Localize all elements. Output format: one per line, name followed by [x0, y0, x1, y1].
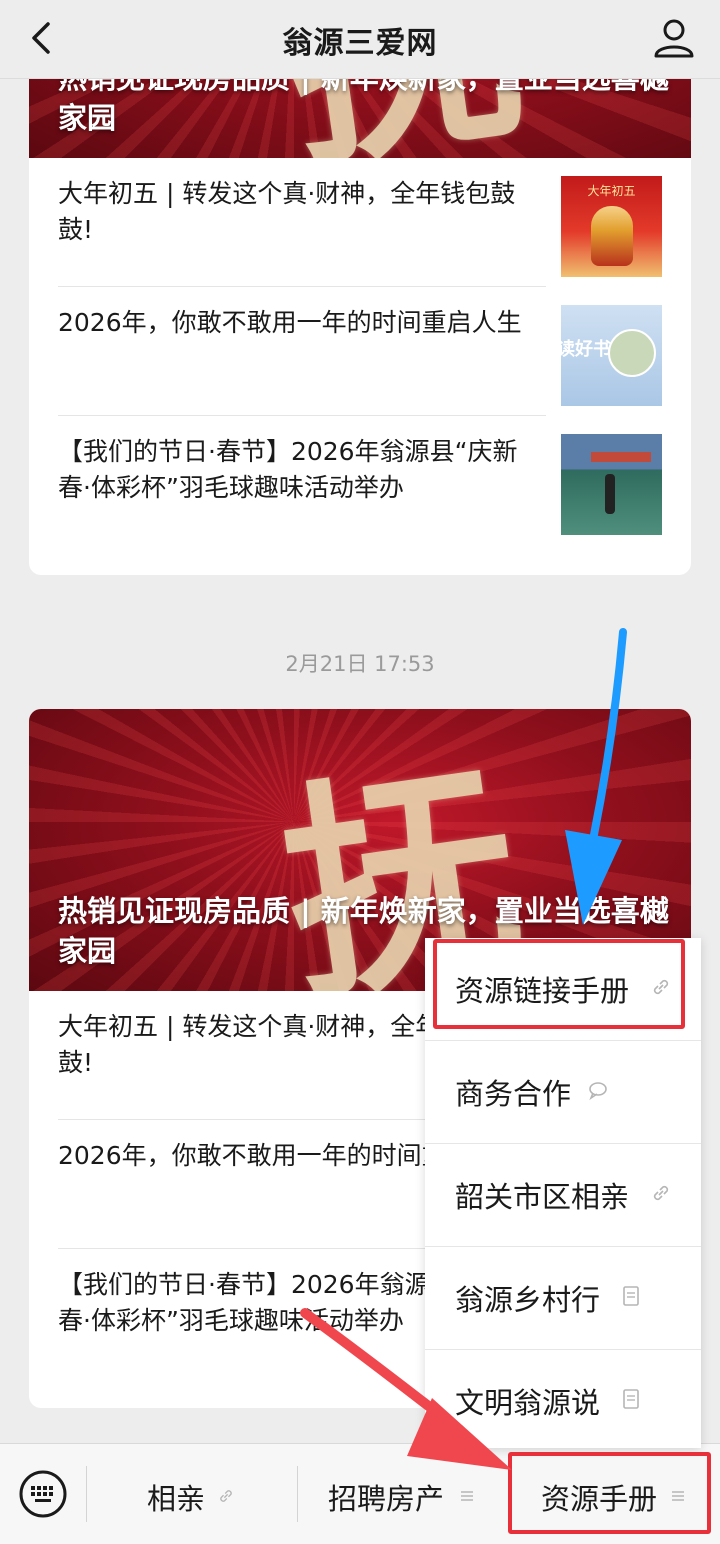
menu-item-label: 韶关市区相亲 — [455, 1180, 630, 1214]
menu-item-shaoguan-dating[interactable]: 韶关市区相亲 — [425, 1144, 701, 1247]
tab-label: 相亲 — [147, 1482, 206, 1516]
keyboard-icon[interactable] — [18, 1469, 68, 1519]
article-list-item[interactable]: 大年初五 | 转发这个真·财神，全年钱包鼓鼓! 大年初五 — [58, 158, 662, 287]
article-list-item[interactable]: 【我们的节日·春节】2026年翁源县“庆新春·体彩杯”羽毛球趣味活动举办 — [58, 416, 662, 545]
caishen-figure — [591, 206, 633, 266]
document-icon — [623, 1389, 639, 1409]
link-icon — [653, 1185, 669, 1201]
article-title: 大年初五 | 转发这个真·财神，全年钱包鼓鼓! — [58, 179, 516, 244]
menu-item-wengyuan-village-tour[interactable]: 翁源乡村行 — [425, 1247, 701, 1350]
article-thumbnail — [561, 434, 662, 535]
menu-lines-icon — [461, 1491, 473, 1501]
menu-item-civilized-wengyuan[interactable]: 文明翁源说 — [425, 1350, 701, 1452]
thumbnail-caption: 大年初五 — [587, 184, 636, 198]
tab-dating[interactable]: 相亲 — [87, 1444, 297, 1544]
top-nav-bar: 翁源三爱网 — [0, 0, 720, 79]
menu-item-label: 翁源乡村行 — [455, 1283, 601, 1317]
thumbnail-caption: 读好书 — [561, 339, 611, 360]
article-card: 抚 热销见证现房品质 | 新年焕新家，置业当选喜樾家园 大年初五 | 转发这个真… — [29, 0, 691, 575]
menu-item-label: 文明翁源说 — [455, 1386, 601, 1420]
chat-bubble-icon — [589, 1082, 607, 1101]
message-timestamp: 2月21日 17:53 — [285, 652, 435, 676]
article-thumbnail: 大年初五 — [561, 176, 662, 277]
article-title: 2026年，你敢不敢用一年的时间重启人生 — [58, 308, 522, 337]
menu-item-label: 商务合作 — [455, 1077, 572, 1111]
article-title: 【我们的节日·春节】2026年翁源县“庆新春·体彩杯”羽毛球趣味活动举办 — [58, 437, 518, 502]
tab-label: 招聘房产 — [328, 1482, 445, 1516]
link-icon — [220, 1490, 232, 1502]
page-title: 翁源三爱网 — [282, 26, 438, 61]
highlight-box — [433, 939, 685, 1029]
tab-highlight-box — [508, 1452, 711, 1534]
banner-shape — [591, 452, 651, 462]
person-icon[interactable] — [650, 14, 698, 62]
player-figure — [605, 474, 615, 514]
article-thumbnail: 读好书 — [561, 305, 662, 406]
menu-item-business-cooperation[interactable]: 商务合作 — [425, 1041, 701, 1144]
document-icon — [623, 1286, 639, 1306]
article-list-item[interactable]: 2026年，你敢不敢用一年的时间重启人生 读好书 — [58, 287, 662, 416]
tab-jobs-housing[interactable]: 招聘房产 — [298, 1444, 508, 1544]
thumbnail-photo-circle — [608, 329, 656, 377]
